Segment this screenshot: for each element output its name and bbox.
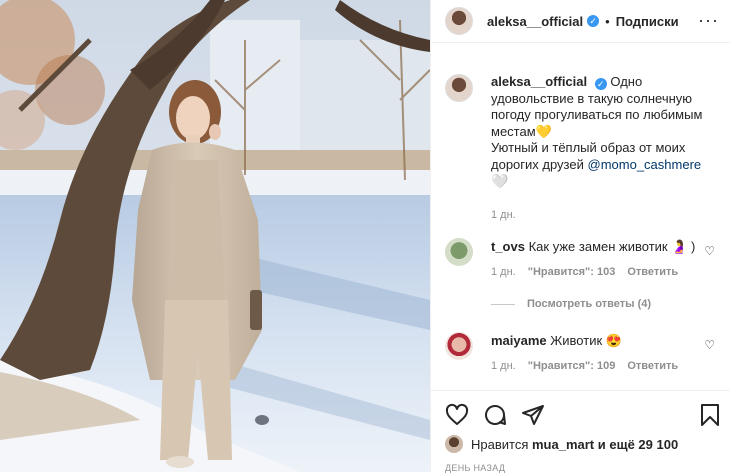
comment-text: maiyame Животик 😍 <box>491 332 701 349</box>
save-button[interactable] <box>699 403 721 427</box>
author-username[interactable]: aleksa__official <box>487 14 583 29</box>
action-icons <box>445 403 545 427</box>
caption-author-avatar[interactable] <box>445 74 473 102</box>
likes-summary[interactable]: Нравится mua_mart и ещё 29 100 <box>445 435 678 453</box>
liker-avatar[interactable] <box>445 435 463 453</box>
view-replies-label: Посмотреть ответы (4) <box>527 298 652 310</box>
caption-username[interactable]: aleksa__official <box>491 74 587 89</box>
following-button[interactable]: Подписки <box>616 14 679 29</box>
replies-divider <box>491 303 515 305</box>
comment-item: t_ovs Как уже замен животик 🤰 ) 1 дн. "Н… <box>445 238 725 278</box>
post-header: aleksa__official ✓ • Подписки ··· <box>431 0 730 43</box>
caption-mention-link[interactable]: @momo_cashmere <box>588 157 702 172</box>
post-side-panel: aleksa__official ✓ • Подписки ··· aleksa… <box>430 0 730 473</box>
heart-outline-icon[interactable] <box>445 403 469 427</box>
author-avatar[interactable] <box>445 7 473 35</box>
white-heart-emoji: 🤍 <box>491 173 509 189</box>
comment-body: Как уже замен животик <box>528 239 668 254</box>
verified-badge-icon: ✓ <box>594 78 607 90</box>
instagram-post-window: aleksa__official ✓ • Подписки ··· aleksa… <box>0 0 730 473</box>
comment-like-heart-icon[interactable]: ♡ <box>704 244 715 258</box>
commenter-username[interactable]: t_ovs <box>491 239 525 254</box>
yellow-heart-emoji: 💛 <box>535 123 552 139</box>
caption-age: 1 дн. <box>491 208 516 221</box>
reply-button[interactable]: Ответить <box>627 360 678 372</box>
post-caption: aleksa__official ✓ Одно удовольствие в т… <box>445 74 717 221</box>
comment-likes-count[interactable]: "Нравится": 103 <box>528 266 616 278</box>
post-photo[interactable] <box>0 0 430 472</box>
commenter-avatar[interactable] <box>445 238 473 266</box>
paper-plane-icon[interactable] <box>521 403 545 427</box>
more-options-icon[interactable]: ··· <box>698 10 719 31</box>
comment-age: 1 дн. <box>491 360 516 372</box>
caption-text: aleksa__official ✓ Одно удовольствие в т… <box>491 74 717 191</box>
comment-text: t_ovs Как уже замен животик 🤰 ) <box>491 238 701 255</box>
liker-username[interactable]: mua_mart <box>532 437 594 452</box>
comment-suffix: ) <box>691 239 696 254</box>
comment-likes-count[interactable]: "Нравится": 109 <box>528 360 616 372</box>
comment-meta: 1 дн. "Нравится": 103 Ответить <box>491 266 701 278</box>
comment-item: maiyame Животик 😍 1 дн. "Нравится": 109 … <box>445 332 725 372</box>
heart-eyes-emoji: 😍 <box>605 333 622 348</box>
comment-age: 1 дн. <box>491 266 516 278</box>
comment-bubble-icon[interactable] <box>483 403 507 427</box>
photo-illustration <box>0 0 430 472</box>
comment-meta: 1 дн. "Нравится": 109 Ответить <box>491 360 701 372</box>
view-replies-button[interactable]: Посмотреть ответы (4) <box>491 298 651 310</box>
likes-count[interactable]: и ещё 29 100 <box>598 437 678 452</box>
verified-badge-icon: ✓ <box>587 15 600 27</box>
commenter-username[interactable]: maiyame <box>491 333 547 348</box>
header-separator: • <box>605 13 610 29</box>
pregnant-emoji: 🤰 <box>671 239 688 254</box>
post-actions-bar: Нравится mua_mart и ещё 29 100 ДЕНЬ НАЗА… <box>431 390 730 473</box>
comment-like-heart-icon[interactable]: ♡ <box>704 338 715 352</box>
reply-button[interactable]: Ответить <box>627 266 678 278</box>
bookmark-icon[interactable] <box>699 403 721 427</box>
commenter-avatar[interactable] <box>445 332 473 360</box>
comment-body: Животик <box>550 333 603 348</box>
likes-prefix: Нравится <box>471 436 529 452</box>
